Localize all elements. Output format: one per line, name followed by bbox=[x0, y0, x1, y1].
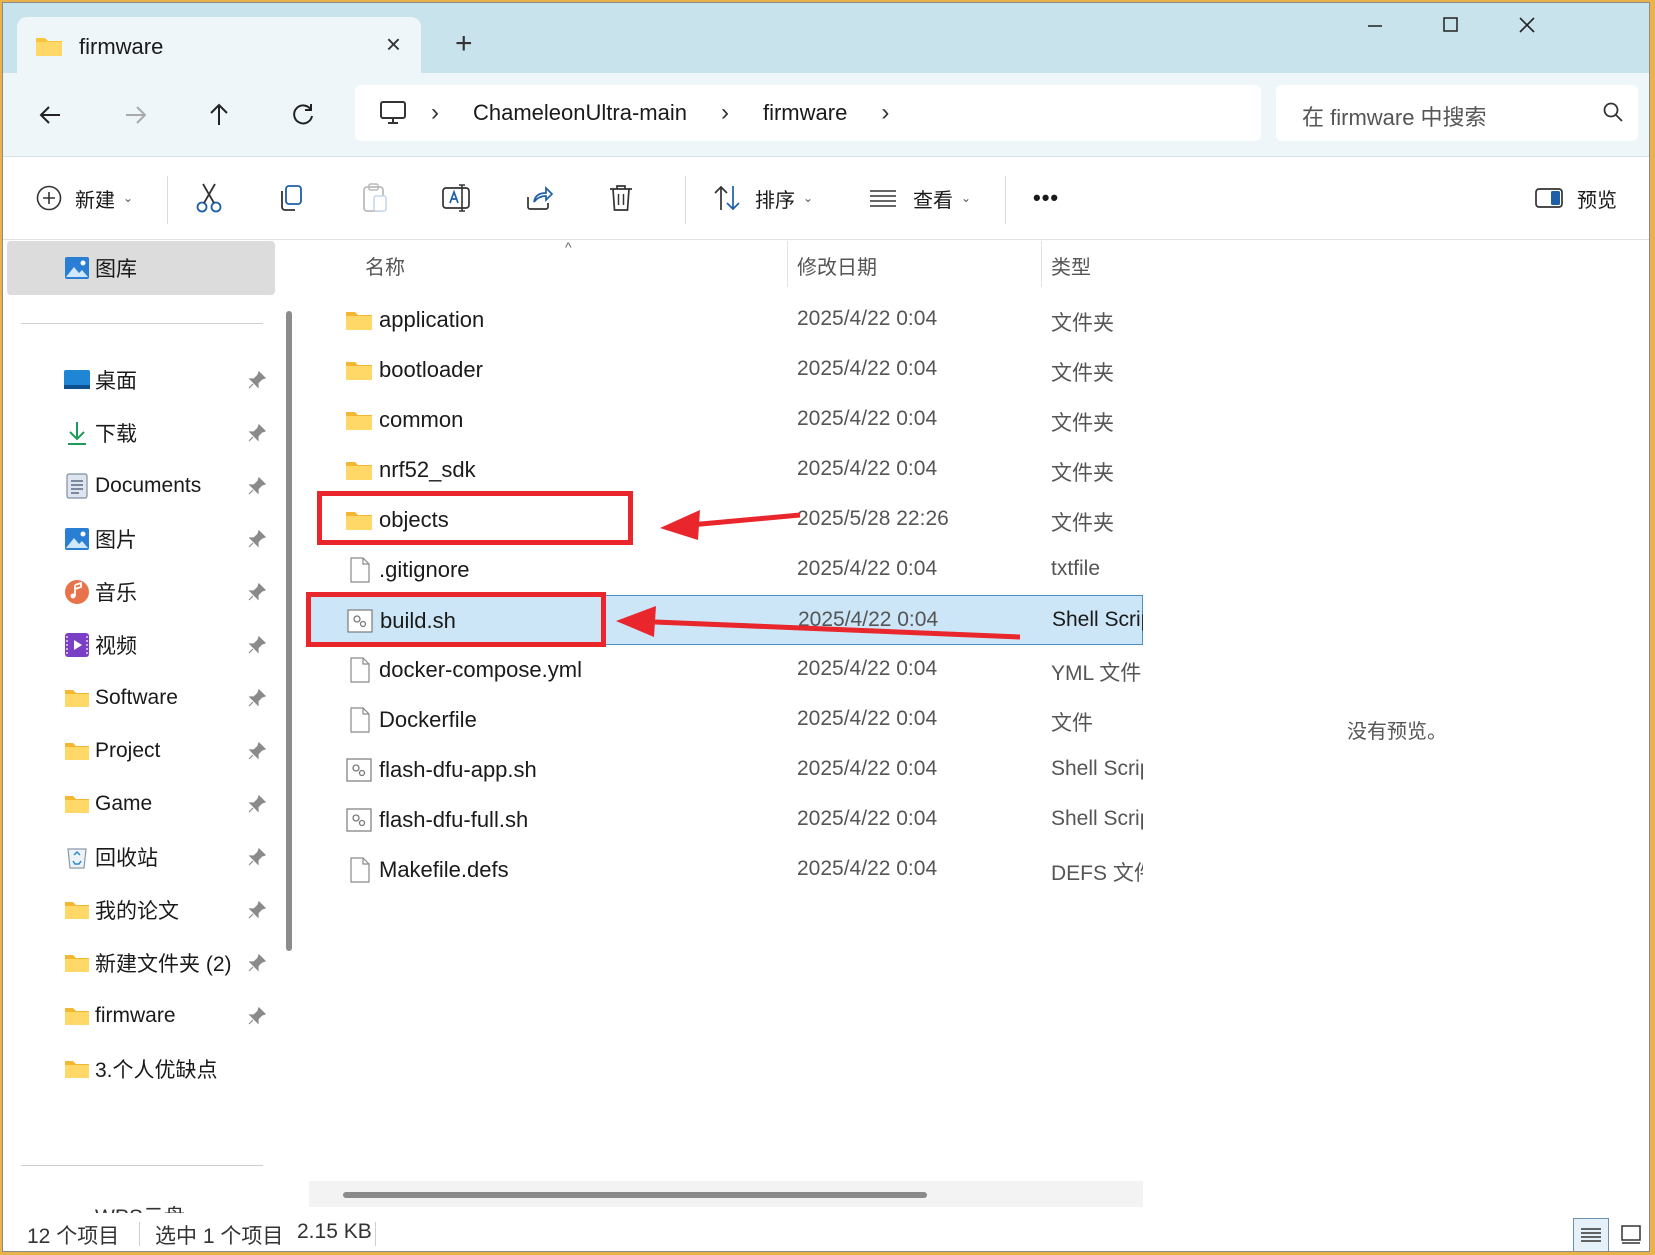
annotation-arrow-objects bbox=[660, 510, 801, 540]
annotation-arrow-build-sh bbox=[616, 606, 1021, 640]
annotation-arrows bbox=[616, 510, 1021, 640]
